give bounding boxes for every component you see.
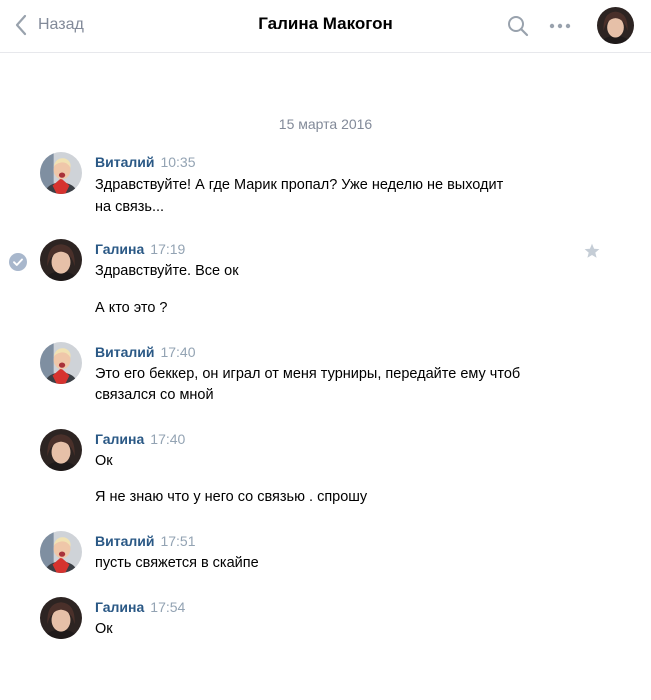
- author-name[interactable]: Виталий: [95, 154, 154, 170]
- message-text: Здравствуйте! А где Марик пропал? Уже не…: [95, 177, 504, 193]
- chat-header: Назад Галина Макогон: [0, 0, 651, 53]
- message-meta: Виталий 10:35: [95, 154, 196, 170]
- avatar[interactable]: [40, 342, 82, 384]
- message-text: связался со мной: [95, 387, 214, 403]
- message-text: Это его беккер, он играл от меня турниры…: [95, 366, 521, 382]
- check-icon: [9, 253, 27, 271]
- message-meta: Галина 17:54: [95, 599, 185, 615]
- avatar[interactable]: [40, 531, 82, 573]
- author-name[interactable]: Галина: [95, 431, 144, 447]
- avatar[interactable]: [40, 239, 82, 281]
- avatar[interactable]: [40, 597, 82, 639]
- message: Виталий 17:40 Это его беккер, он играл от…: [0, 342, 651, 403]
- message: Виталий 10:35 Здравствуйте! А где Марик п…: [0, 152, 651, 215]
- message-meta: Виталий 17:51: [95, 533, 196, 549]
- author-name[interactable]: Виталий: [95, 344, 154, 360]
- message-text: пусть свяжется в скайпе: [95, 555, 259, 571]
- avatar[interactable]: [597, 7, 634, 44]
- message-time: 17:51: [160, 533, 196, 549]
- message-time: 10:35: [160, 154, 196, 170]
- message-text: на связь...: [95, 199, 165, 215]
- message-text: Ок: [95, 453, 113, 469]
- author-name[interactable]: Галина: [95, 241, 144, 257]
- message-time: 17:19: [150, 241, 186, 257]
- message-text: Я не знаю что у него со связью . спрошу: [95, 489, 368, 505]
- message-time: 17:54: [150, 599, 186, 615]
- message-text: А кто это ?: [95, 300, 168, 316]
- message-text: Ок: [95, 621, 113, 637]
- message: Галина 17:19 Здравствуйте. Все ок А кто э…: [0, 239, 651, 324]
- message-meta: Галина 17:40: [95, 431, 185, 447]
- star-icon[interactable]: [584, 243, 600, 259]
- author-name[interactable]: Галина: [95, 599, 144, 615]
- avatar[interactable]: [40, 152, 82, 194]
- message-meta: Виталий 17:40: [95, 344, 196, 360]
- message: Галина 17:54 Ок: [0, 597, 651, 641]
- avatar[interactable]: [40, 429, 82, 471]
- author-name[interactable]: Виталий: [95, 533, 154, 549]
- message-time: 17:40: [150, 431, 186, 447]
- message-text: Здравствуйте. Все ок: [95, 263, 239, 279]
- date-separator: 15 марта 2016: [278, 116, 373, 132]
- message: Галина 17:40 Ок Я не знаю что у него со с…: [0, 429, 651, 509]
- message-meta: Галина 17:19: [95, 241, 185, 257]
- more-icon[interactable]: [547, 14, 573, 38]
- search-icon[interactable]: [506, 14, 530, 38]
- message-time: 17:40: [160, 344, 196, 360]
- message: Виталий 17:51 пусть свяжется в скайпе: [0, 531, 651, 575]
